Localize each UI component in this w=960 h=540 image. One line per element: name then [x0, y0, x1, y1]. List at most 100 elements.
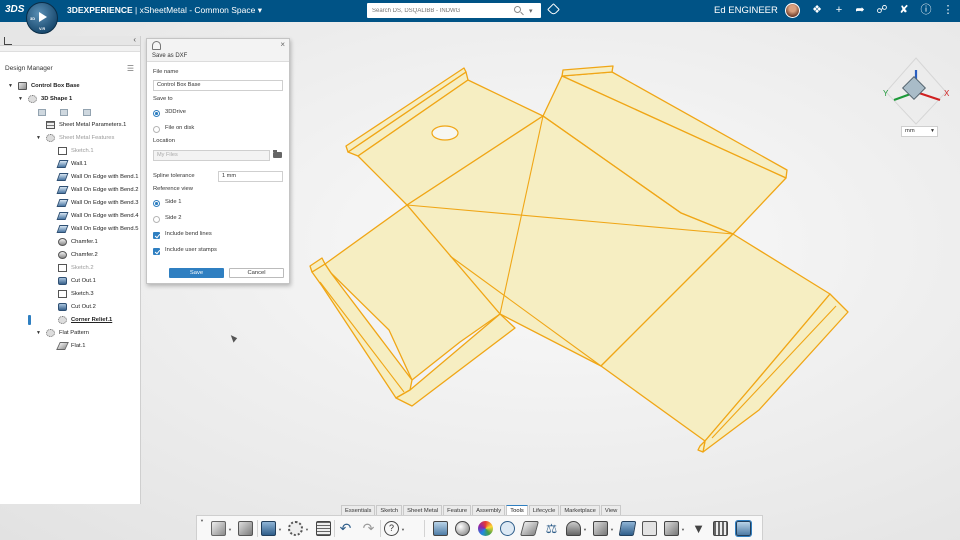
redo-icon[interactable]: ↷: [361, 521, 376, 536]
tree-item[interactable]: Sketch.1: [0, 145, 140, 157]
spline-tolerance-field[interactable]: 1 mm: [218, 171, 283, 182]
tree-item[interactable]: Chamfer.2: [0, 249, 140, 261]
filter-icon[interactable]: ▼: [691, 521, 706, 536]
include-user-stamps-checkbox[interactable]: [153, 248, 160, 255]
tree-item[interactable]: Wall On Edge with Bend.3: [0, 197, 140, 209]
user-name[interactable]: Ed ENGINEER: [714, 5, 778, 16]
cutout-hole[interactable]: [431, 125, 459, 141]
help-icon[interactable]: ?: [384, 521, 399, 536]
tree-item[interactable]: ▼ Flat Pattern: [0, 327, 140, 339]
tab-essentials[interactable]: Essentials: [341, 505, 376, 515]
search-input[interactable]: [367, 3, 507, 18]
comment-icon[interactable]: ❖: [810, 3, 824, 18]
expand-toggle-icon[interactable]: ▼: [18, 93, 23, 105]
chevron-down-icon[interactable]: ▾: [258, 5, 262, 15]
include-bend-lines-checkbox[interactable]: [153, 232, 160, 239]
tree-item[interactable]: Sheet Metal Parameters.1: [0, 119, 140, 131]
tree-item[interactable]: Chamfer.1: [0, 236, 140, 248]
tree-item[interactable]: Wall On Edge with Bend.5: [0, 223, 140, 235]
help-icon[interactable]: ⓘ: [919, 3, 933, 18]
balance-icon[interactable]: ⚖: [544, 521, 559, 536]
close-icon[interactable]: ×: [280, 40, 285, 49]
body-icon[interactable]: [83, 109, 91, 116]
tab-tools[interactable]: Tools: [506, 505, 528, 515]
tab-lifecycle[interactable]: Lifecycle: [528, 505, 560, 515]
flange-bottom-right-lip[interactable]: [697, 440, 706, 453]
undo-icon[interactable]: ↶: [338, 521, 353, 536]
export-dxf-icon[interactable]: [735, 520, 752, 537]
material-sphere-icon[interactable]: [455, 521, 470, 536]
orientation-compass-icon[interactable]: X Y ‹: [880, 56, 952, 126]
dialog-header[interactable]: Save as DXF ×: [147, 39, 289, 62]
toolbar-collapse-icon[interactable]: ▼: [200, 518, 204, 523]
menu-icon[interactable]: ⋮: [941, 3, 955, 18]
tree-item[interactable]: Corner Relief.1: [0, 314, 140, 326]
file-name-field[interactable]: Control Box Base: [153, 80, 283, 91]
wall-icon: [56, 186, 69, 194]
tab-assembly[interactable]: Assembly: [472, 505, 506, 515]
tools-icon[interactable]: ✘: [897, 3, 911, 18]
play-icon[interactable]: [39, 12, 47, 22]
avatar[interactable]: [785, 3, 800, 18]
tree-item[interactable]: Sketch.3: [0, 288, 140, 300]
tab-feature[interactable]: Feature: [443, 505, 472, 515]
collapse-panel-icon[interactable]: ‹: [133, 35, 136, 44]
units-select[interactable]: mm ▼: [901, 126, 938, 137]
plus-icon[interactable]: +: [832, 3, 846, 18]
tree-item[interactable]: Cut Out.1: [0, 275, 140, 287]
tree-item[interactable]: Wall On Edge with Bend.2: [0, 184, 140, 196]
mass-icon[interactable]: [566, 521, 581, 536]
save-icon[interactable]: [261, 521, 276, 536]
cancel-button[interactable]: Cancel: [229, 268, 284, 278]
tree-item[interactable]: Flat.1: [0, 340, 140, 352]
tree-item[interactable]: Wall.1: [0, 158, 140, 170]
folder-icon[interactable]: [273, 150, 282, 158]
side-2-radio[interactable]: [153, 216, 160, 223]
tree-icon[interactable]: [4, 37, 12, 45]
box-check-icon[interactable]: [593, 521, 608, 536]
tree-item[interactable]: ▼ Control Box Base: [0, 80, 140, 92]
tree-item[interactable]: Wall On Edge with Bend.4: [0, 210, 140, 222]
compass-icon[interactable]: 3D V.R: [26, 2, 58, 34]
part-design-icon[interactable]: [211, 521, 226, 536]
tag-icon[interactable]: [547, 3, 560, 16]
settings-gear-icon[interactable]: [288, 521, 303, 536]
compare-icon[interactable]: [664, 521, 679, 536]
tree-item[interactable]: ▼ Sheet Metal Features: [0, 132, 140, 144]
image-icon[interactable]: [433, 521, 448, 536]
expand-toggle-icon[interactable]: ▼: [8, 80, 13, 92]
color-wheel-icon[interactable]: [478, 521, 493, 536]
panel-menu-icon[interactable]: ☰: [127, 64, 134, 73]
save-button[interactable]: Save: [169, 268, 224, 278]
tab-sketch[interactable]: Sketch: [376, 505, 403, 515]
section-icon[interactable]: [519, 521, 540, 536]
measure-icon[interactable]: [500, 521, 515, 536]
tree-item[interactable]: Sketch.2: [0, 262, 140, 274]
app-title[interactable]: 3DEXPERIENCE | xSheetMetal - Common Spac…: [67, 5, 262, 16]
drawing-icon[interactable]: [642, 521, 657, 536]
share-icon[interactable]: ➦: [853, 3, 867, 18]
cube-icon[interactable]: [238, 521, 253, 536]
tab-view[interactable]: View: [600, 505, 622, 515]
tree-item[interactable]: Wall On Edge with Bend.1: [0, 171, 140, 183]
search-icon[interactable]: [514, 6, 521, 13]
expand-toggle-icon[interactable]: ▼: [36, 327, 41, 339]
save-to-disk-radio[interactable]: [153, 126, 160, 133]
properties-icon[interactable]: [316, 521, 331, 536]
tab-sheet-metal[interactable]: Sheet Metal: [403, 505, 443, 515]
expand-toggle-icon[interactable]: ▼: [36, 132, 41, 144]
save-to-3ddrive-radio[interactable]: [153, 110, 160, 117]
tree-item[interactable]: Cut Out.2: [0, 301, 140, 313]
tree-item[interactable]: ▼ 3D Shape 1: [0, 93, 140, 105]
reference-planes-icon[interactable]: [60, 109, 68, 116]
flatten-icon[interactable]: [618, 521, 637, 536]
side-1-radio[interactable]: [153, 200, 160, 207]
flat-pattern-part[interactable]: [300, 60, 860, 460]
axis-system-icon[interactable]: [38, 109, 46, 116]
search-box[interactable]: ▾: [367, 3, 541, 18]
units-value: mm: [905, 128, 915, 134]
tab-marketplace[interactable]: Marketplace: [560, 505, 600, 515]
network-icon[interactable]: ☍: [875, 3, 889, 18]
table-icon[interactable]: [713, 521, 728, 536]
search-scope-dropdown-icon[interactable]: ▾: [529, 7, 533, 15]
